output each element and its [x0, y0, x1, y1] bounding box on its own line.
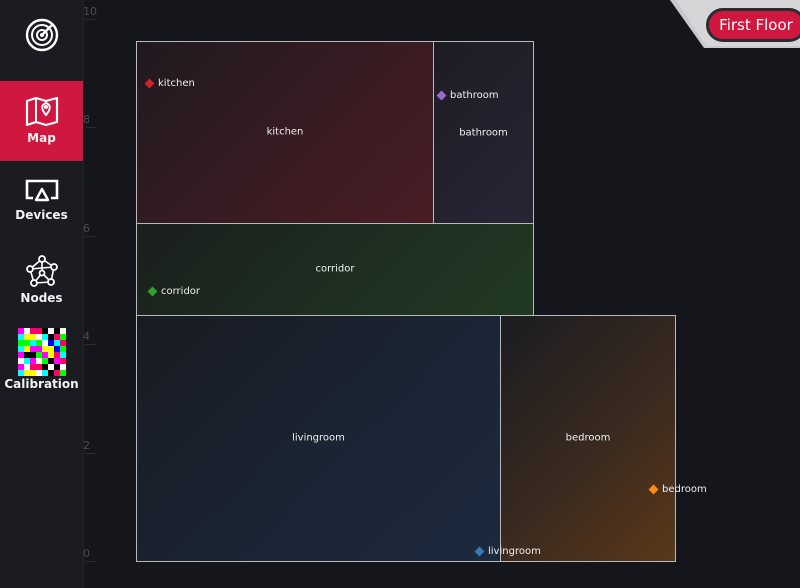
diamond-icon [474, 546, 485, 557]
marker-label: bathroom [450, 90, 499, 101]
device-marker-kitchen[interactable]: kitchen [144, 78, 195, 89]
marker-label: corridor [161, 286, 201, 297]
diamond-icon [147, 286, 158, 297]
device-marker-corridor[interactable]: corridor [147, 286, 201, 297]
marker-label: bedroom [662, 484, 707, 495]
floor-plan: kitchen bathroom corridor livingroom bed… [0, 0, 800, 588]
room-bedroom[interactable]: bedroom [500, 315, 676, 562]
floor-select-button[interactable]: First Floor [706, 8, 800, 42]
room-label-kitchen: kitchen [266, 126, 304, 138]
room-livingroom[interactable]: livingroom [136, 315, 501, 562]
device-marker-livingroom[interactable]: livingroom [474, 546, 541, 557]
diamond-icon [436, 90, 447, 101]
device-marker-bathroom[interactable]: bathroom [436, 90, 499, 101]
room-kitchen[interactable]: kitchen [136, 41, 434, 224]
room-label-corridor: corridor [315, 263, 355, 275]
room-corridor[interactable]: corridor [136, 223, 534, 316]
room-label-bathroom: bathroom [459, 127, 508, 139]
marker-label: livingroom [488, 546, 541, 557]
diamond-icon [648, 484, 659, 495]
diamond-icon [144, 78, 155, 89]
room-bathroom[interactable]: bathroom [433, 41, 534, 224]
room-label-livingroom: livingroom [292, 432, 345, 444]
device-marker-bedroom[interactable]: bedroom [648, 484, 707, 495]
marker-label: kitchen [158, 78, 195, 89]
room-label-bedroom: bedroom [565, 432, 611, 444]
